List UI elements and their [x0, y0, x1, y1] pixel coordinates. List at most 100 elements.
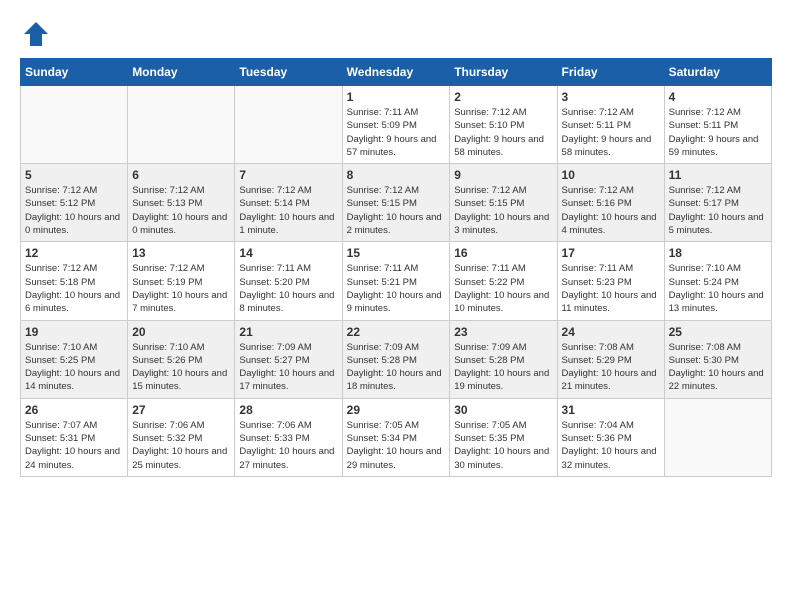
calendar-cell: 26 Sunrise: 7:07 AMSunset: 5:31 PMDayligh… [21, 398, 128, 476]
logo-text [20, 20, 52, 48]
calendar-week-row: 1Sunrise: 7:11 AMSunset: 5:09 PMDaylight… [21, 86, 772, 164]
day-info: Sunrise: 7:10 AMSunset: 5:24 PMDaylight:… [669, 262, 767, 315]
day-info: Sunrise: 7:12 AMSunset: 5:19 PMDaylight:… [132, 262, 230, 315]
day-info: Sunrise: 7:09 AMSunset: 5:28 PMDaylight:… [347, 341, 446, 394]
day-info: Sunrise: 7:07 AMSunset: 5:31 PMDaylight:… [25, 419, 123, 472]
day-number: 28 [239, 403, 337, 417]
day-info: Sunrise: 7:10 AMSunset: 5:26 PMDaylight:… [132, 341, 230, 394]
day-info: Sunrise: 7:09 AMSunset: 5:27 PMDaylight:… [239, 341, 337, 394]
calendar-cell: 5 Sunrise: 7:12 AMSunset: 5:12 PMDaylight… [21, 164, 128, 242]
day-number: 4 [669, 90, 767, 104]
calendar-cell: 24 Sunrise: 7:08 AMSunset: 5:29 PMDayligh… [557, 320, 664, 398]
day-info: Sunrise: 7:09 AMSunset: 5:28 PMDaylight:… [454, 341, 552, 394]
day-number: 5 [25, 168, 123, 182]
day-header-thursday: Thursday [450, 59, 557, 86]
day-info: Sunrise: 7:08 AMSunset: 5:30 PMDaylight:… [669, 341, 767, 394]
day-number: 29 [347, 403, 446, 417]
day-number: 6 [132, 168, 230, 182]
calendar-cell: 6 Sunrise: 7:12 AMSunset: 5:13 PMDaylight… [128, 164, 235, 242]
day-info: Sunrise: 7:12 AMSunset: 5:16 PMDaylight:… [562, 184, 660, 237]
day-number: 14 [239, 246, 337, 260]
calendar-cell: 29 Sunrise: 7:05 AMSunset: 5:34 PMDayligh… [342, 398, 450, 476]
day-info: Sunrise: 7:11 AMSunset: 5:09 PMDaylight:… [347, 106, 446, 159]
calendar-cell: 7Sunrise: 7:12 AMSunset: 5:14 PMDaylight… [235, 164, 342, 242]
day-info: Sunrise: 7:06 AMSunset: 5:33 PMDaylight:… [239, 419, 337, 472]
calendar-cell: 11 Sunrise: 7:12 AMSunset: 5:17 PMDayligh… [664, 164, 771, 242]
calendar-cell: 21Sunrise: 7:09 AMSunset: 5:27 PMDayligh… [235, 320, 342, 398]
day-info: Sunrise: 7:11 AMSunset: 5:21 PMDaylight:… [347, 262, 446, 315]
day-info: Sunrise: 7:04 AMSunset: 5:36 PMDaylight:… [562, 419, 660, 472]
calendar-table: SundayMondayTuesdayWednesdayThursdayFrid… [20, 58, 772, 477]
day-info: Sunrise: 7:12 AMSunset: 5:15 PMDaylight:… [454, 184, 552, 237]
day-header-tuesday: Tuesday [235, 59, 342, 86]
day-info: Sunrise: 7:12 AMSunset: 5:11 PMDaylight:… [669, 106, 767, 159]
day-number: 30 [454, 403, 552, 417]
logo-icon [22, 20, 50, 48]
day-number: 18 [669, 246, 767, 260]
day-header-saturday: Saturday [664, 59, 771, 86]
day-info: Sunrise: 7:11 AMSunset: 5:22 PMDaylight:… [454, 262, 552, 315]
logo [20, 20, 52, 48]
calendar-cell: 1Sunrise: 7:11 AMSunset: 5:09 PMDaylight… [342, 86, 450, 164]
calendar-cell: 25Sunrise: 7:08 AMSunset: 5:30 PMDayligh… [664, 320, 771, 398]
calendar-cell: 17Sunrise: 7:11 AMSunset: 5:23 PMDayligh… [557, 242, 664, 320]
day-number: 11 [669, 168, 767, 182]
calendar-header-row: SundayMondayTuesdayWednesdayThursdayFrid… [21, 59, 772, 86]
day-info: Sunrise: 7:12 AMSunset: 5:14 PMDaylight:… [239, 184, 337, 237]
calendar-cell [21, 86, 128, 164]
calendar-cell: 22 Sunrise: 7:09 AMSunset: 5:28 PMDayligh… [342, 320, 450, 398]
calendar-cell: 19 Sunrise: 7:10 AMSunset: 5:25 PMDayligh… [21, 320, 128, 398]
day-number: 22 [347, 325, 446, 339]
calendar-cell: 30Sunrise: 7:05 AMSunset: 5:35 PMDayligh… [450, 398, 557, 476]
page-header [20, 20, 772, 48]
day-info: Sunrise: 7:11 AMSunset: 5:20 PMDaylight:… [239, 262, 337, 315]
calendar-cell [128, 86, 235, 164]
day-number: 16 [454, 246, 552, 260]
day-number: 23 [454, 325, 552, 339]
calendar-cell: 16 Sunrise: 7:11 AMSunset: 5:22 PMDayligh… [450, 242, 557, 320]
day-number: 20 [132, 325, 230, 339]
day-number: 31 [562, 403, 660, 417]
day-number: 26 [25, 403, 123, 417]
day-info: Sunrise: 7:10 AMSunset: 5:25 PMDaylight:… [25, 341, 123, 394]
calendar-week-row: 19 Sunrise: 7:10 AMSunset: 5:25 PMDayligh… [21, 320, 772, 398]
calendar-cell: 12 Sunrise: 7:12 AMSunset: 5:18 PMDayligh… [21, 242, 128, 320]
day-info: Sunrise: 7:12 AMSunset: 5:11 PMDaylight:… [562, 106, 660, 159]
calendar-cell: 8 Sunrise: 7:12 AMSunset: 5:15 PMDaylight… [342, 164, 450, 242]
calendar-cell: 18 Sunrise: 7:10 AMSunset: 5:24 PMDayligh… [664, 242, 771, 320]
day-info: Sunrise: 7:06 AMSunset: 5:32 PMDaylight:… [132, 419, 230, 472]
calendar-cell: 31 Sunrise: 7:04 AMSunset: 5:36 PMDayligh… [557, 398, 664, 476]
calendar-cell: 20 Sunrise: 7:10 AMSunset: 5:26 PMDayligh… [128, 320, 235, 398]
calendar-cell: 15Sunrise: 7:11 AMSunset: 5:21 PMDayligh… [342, 242, 450, 320]
calendar-cell: 9Sunrise: 7:12 AMSunset: 5:15 PMDaylight… [450, 164, 557, 242]
day-header-friday: Friday [557, 59, 664, 86]
calendar-cell: 14 Sunrise: 7:11 AMSunset: 5:20 PMDayligh… [235, 242, 342, 320]
day-number: 24 [562, 325, 660, 339]
day-number: 19 [25, 325, 123, 339]
calendar-cell [664, 398, 771, 476]
day-info: Sunrise: 7:12 AMSunset: 5:10 PMDaylight:… [454, 106, 552, 159]
day-number: 8 [347, 168, 446, 182]
day-header-monday: Monday [128, 59, 235, 86]
day-number: 12 [25, 246, 123, 260]
day-info: Sunrise: 7:12 AMSunset: 5:17 PMDaylight:… [669, 184, 767, 237]
day-number: 27 [132, 403, 230, 417]
day-number: 10 [562, 168, 660, 182]
calendar-week-row: 12 Sunrise: 7:12 AMSunset: 5:18 PMDayligh… [21, 242, 772, 320]
day-number: 13 [132, 246, 230, 260]
day-info: Sunrise: 7:12 AMSunset: 5:15 PMDaylight:… [347, 184, 446, 237]
day-header-wednesday: Wednesday [342, 59, 450, 86]
day-info: Sunrise: 7:12 AMSunset: 5:13 PMDaylight:… [132, 184, 230, 237]
calendar-week-row: 5 Sunrise: 7:12 AMSunset: 5:12 PMDaylight… [21, 164, 772, 242]
day-number: 2 [454, 90, 552, 104]
calendar-cell: 28 Sunrise: 7:06 AMSunset: 5:33 PMDayligh… [235, 398, 342, 476]
calendar-cell: 13 Sunrise: 7:12 AMSunset: 5:19 PMDayligh… [128, 242, 235, 320]
calendar-cell: 4 Sunrise: 7:12 AMSunset: 5:11 PMDaylight… [664, 86, 771, 164]
day-number: 3 [562, 90, 660, 104]
day-info: Sunrise: 7:05 AMSunset: 5:34 PMDaylight:… [347, 419, 446, 472]
day-info: Sunrise: 7:12 AMSunset: 5:12 PMDaylight:… [25, 184, 123, 237]
day-number: 17 [562, 246, 660, 260]
day-info: Sunrise: 7:12 AMSunset: 5:18 PMDaylight:… [25, 262, 123, 315]
day-info: Sunrise: 7:08 AMSunset: 5:29 PMDaylight:… [562, 341, 660, 394]
calendar-cell: 10 Sunrise: 7:12 AMSunset: 5:16 PMDayligh… [557, 164, 664, 242]
